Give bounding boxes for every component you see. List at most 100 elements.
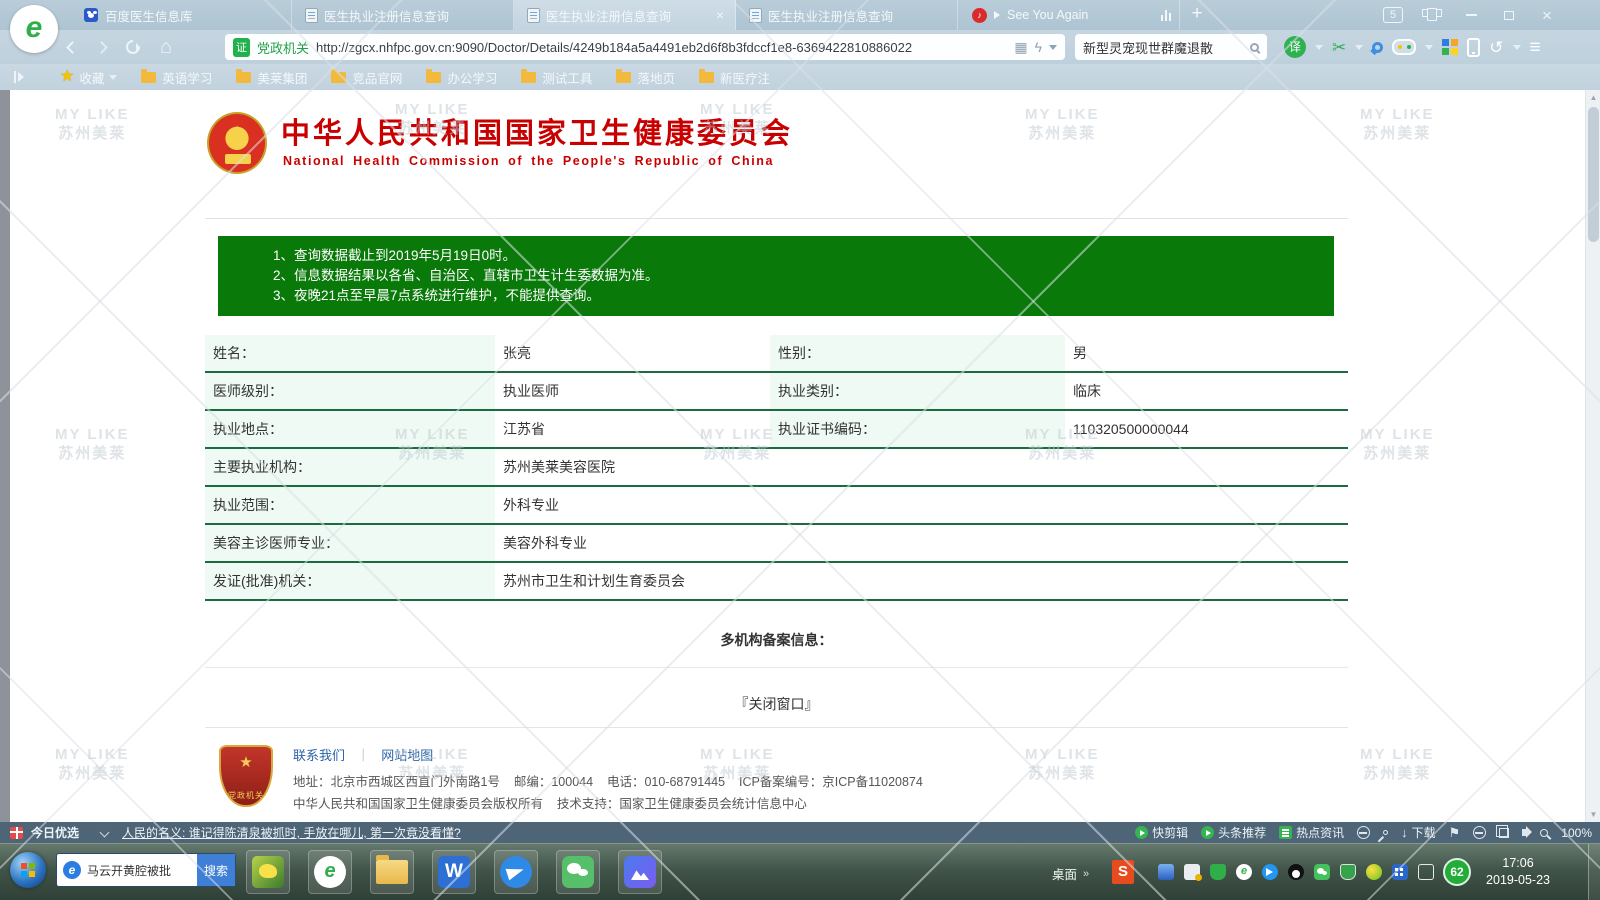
screenshot-scissors-icon[interactable]: ✂ (1332, 39, 1346, 56)
mute-speaker-icon[interactable] (1522, 826, 1533, 838)
forward-icon[interactable] (95, 40, 108, 54)
gamepad-icon[interactable] (1392, 39, 1417, 55)
file-explorer-icon[interactable] (370, 850, 414, 894)
bookmark-folder-office[interactable]: 办公学习 (426, 68, 497, 87)
wechat-app-icon[interactable] (556, 850, 600, 894)
tray-ball-icon[interactable] (1366, 864, 1382, 880)
contact-us-link[interactable]: 联系我们 (293, 748, 345, 763)
zoom-search-icon[interactable] (1540, 828, 1549, 837)
tray-box-icon[interactable] (1158, 864, 1174, 880)
scrollbar-thumb[interactable] (1588, 107, 1599, 242)
bookmark-folder-competitors[interactable]: 竞品官网 (331, 68, 402, 87)
flag-icon[interactable]: ⚑ (1449, 826, 1461, 839)
start-button[interactable] (10, 852, 46, 888)
tab-doctor-query-1[interactable]: 医生执业注册信息查询 (292, 0, 514, 30)
tab-doctor-query-3[interactable]: 医生执业注册信息查询 (736, 0, 958, 30)
gamepad-dropdown-icon[interactable] (1425, 44, 1434, 50)
bookmark-folder-medical[interactable]: 新医疗注 (698, 68, 770, 87)
news-ticker-link[interactable]: 人民的名义: 谁记得陈清泉被抓时, 手放在哪儿, 第一次竟没看懂? (122, 824, 461, 841)
scroll-up-icon[interactable]: ▲ (1588, 93, 1599, 102)
bookmark-folder-english[interactable]: 英语学习 (141, 68, 212, 87)
bookmark-folder-testtools[interactable]: 测试工具 (521, 68, 592, 87)
url-text[interactable]: http://zgcx.nhfpc.gov.cn:9090/Doctor/Det… (316, 40, 1007, 55)
hot-news-button[interactable]: 热点资讯 (1279, 824, 1344, 841)
collapse-chevron-icon[interactable] (99, 827, 110, 838)
address-dropdown-icon[interactable] (1049, 44, 1057, 50)
theme-skin-icon[interactable] (1422, 8, 1442, 21)
window-close-button[interactable]: × (1528, 0, 1566, 30)
bookmark-folder-label: 测试工具 (542, 71, 593, 86)
bookmark-folder-landing[interactable]: 落地页 (616, 68, 675, 87)
window-restore-button[interactable] (1490, 0, 1528, 30)
quick-search-text[interactable]: 新型灵宠现世群魔退散 (1083, 38, 1244, 57)
close-window-link[interactable]: 『关闭窗口』 (205, 694, 1348, 714)
download-button[interactable]: ↓ 下载 (1401, 824, 1436, 841)
taskbar-search-button[interactable]: 搜索 (197, 854, 235, 886)
translate-dropdown-icon[interactable] (1315, 44, 1323, 50)
taskbar-clock[interactable]: 17:06 2019-05-23 (1486, 855, 1550, 889)
tray-pointer-icon[interactable] (1262, 864, 1278, 880)
qr-code-icon[interactable]: ▦ (1014, 39, 1027, 56)
scissors-dropdown-icon[interactable] (1355, 44, 1364, 50)
bird-app-icon[interactable] (246, 850, 290, 894)
document-favicon (306, 8, 317, 22)
chevrons-icon[interactable]: » (1083, 868, 1089, 880)
refresh-icon[interactable] (123, 37, 143, 57)
blue-bird-app-icon[interactable] (494, 850, 538, 894)
tray-browser-icon[interactable]: e (1236, 864, 1252, 880)
tab-close-icon[interactable]: × (713, 7, 727, 23)
tray-green-shield-icon[interactable] (1210, 864, 1226, 880)
tray-qq-icon[interactable] (1288, 864, 1304, 880)
translate-icon[interactable]: 译 (1284, 36, 1306, 58)
home-icon[interactable]: ⌂ (160, 37, 172, 57)
desktop-toolbar[interactable]: 桌面 » (1052, 864, 1089, 883)
page-scrollbar[interactable]: ▲ ▼ (1585, 90, 1600, 822)
toutiao-button[interactable]: 头条推荐 (1201, 824, 1266, 841)
tab-music-see-you-again[interactable]: See You Again (958, 0, 1180, 30)
compatibility-mode-icon[interactable] (1473, 826, 1487, 839)
audio-playing-icon[interactable] (1161, 9, 1171, 21)
scroll-down-icon[interactable]: ▼ (1588, 810, 1599, 819)
browser-logo-icon[interactable] (10, 5, 58, 53)
menu-icon[interactable]: ≡ (1530, 38, 1541, 57)
lightning-icon[interactable]: ϟ (1035, 39, 1042, 55)
new-tab-button[interactable]: + (1180, 0, 1214, 30)
gift-icon[interactable] (10, 826, 23, 839)
browser-app-icon[interactable]: e (308, 850, 352, 894)
undo-dropdown-icon[interactable] (1512, 44, 1521, 50)
tab-baidu-doctor[interactable]: 百度医生信息库 (70, 0, 292, 30)
zoom-level[interactable]: 100% (1561, 826, 1592, 840)
bookmark-folder-meilai[interactable]: 美莱集团 (236, 68, 307, 87)
tray-security-shield-icon[interactable] (1340, 864, 1356, 880)
tray-plug-icon[interactable] (1418, 864, 1434, 880)
sitemap-link[interactable]: 网站地图 (381, 748, 433, 763)
search-icon[interactable] (1250, 42, 1259, 52)
pin-icon[interactable] (1382, 828, 1390, 837)
reader-mode-icon[interactable] (1357, 826, 1371, 839)
quick-search-box[interactable]: 新型灵宠现世群魔退散 (1075, 34, 1267, 60)
back-icon[interactable] (66, 40, 79, 54)
find-magnifier-icon[interactable] (1372, 41, 1384, 53)
undo-icon[interactable]: ↺ (1489, 39, 1503, 56)
quick-clip-button[interactable]: 快剪辑 (1135, 824, 1188, 841)
address-bar[interactable]: 证 党政机关 http://zgcx.nhfpc.gov.cn:9090/Doc… (225, 34, 1065, 60)
tray-document-lock-icon[interactable] (1184, 864, 1202, 881)
tab-count-badge[interactable]: 5 (1383, 7, 1403, 23)
tray-wechat-icon[interactable] (1314, 864, 1330, 880)
tray-input-method-icon[interactable] (1392, 864, 1408, 880)
window-stack-icon[interactable] (1496, 824, 1510, 838)
phone-icon[interactable] (1467, 37, 1481, 57)
daily-picks-label[interactable]: 今日优选 (31, 824, 79, 841)
taskbar-search-box[interactable]: e 马云开黄腔被批 搜索 (56, 853, 236, 887)
favorites-button[interactable]: ★ 收藏 (60, 68, 118, 87)
photos-app-icon[interactable] (618, 850, 662, 894)
sidebar-expand-icon[interactable] (14, 71, 24, 83)
taskbar-search-text[interactable]: 马云开黄腔被批 (87, 862, 197, 879)
tab-doctor-query-2-active[interactable]: 医生执业注册信息查询 × (514, 0, 736, 30)
show-desktop-button[interactable] (1588, 844, 1600, 900)
security-score-badge[interactable]: 62 (1443, 858, 1471, 886)
s-app-icon[interactable]: S (1112, 860, 1134, 884)
wps-app-icon[interactable]: W (432, 850, 476, 894)
apps-grid-icon[interactable] (1442, 39, 1459, 55)
window-minimize-button[interactable] (1452, 0, 1490, 30)
